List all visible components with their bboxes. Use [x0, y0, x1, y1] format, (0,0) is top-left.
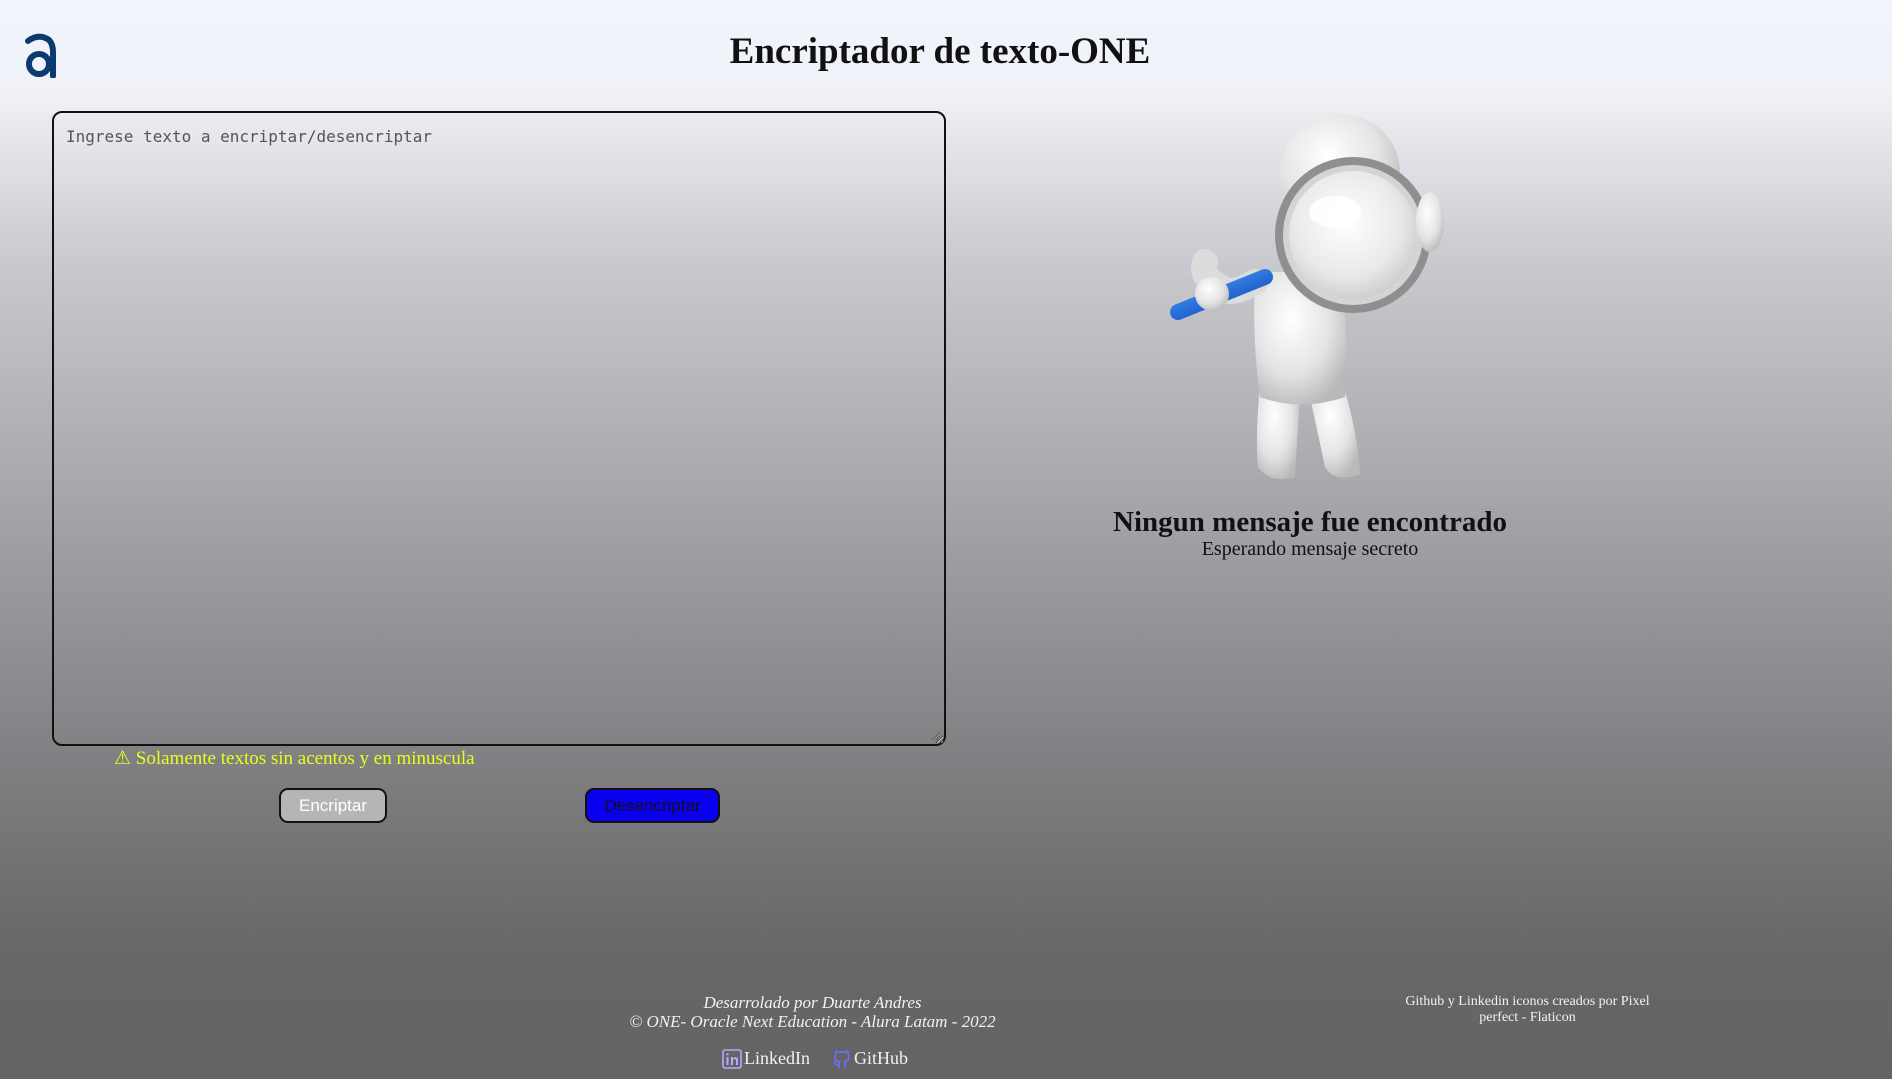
decrypt-button[interactable]: Desencriptar: [585, 788, 720, 823]
footer-credits: Desarrolado por Duarte Andres © ONE- Ora…: [600, 993, 1025, 1031]
waiting-message-subtitle: Esperando mensaje secreto: [1201, 538, 1419, 560]
linkedin-link[interactable]: LinkedIn: [722, 1048, 810, 1069]
social-links: LinkedIn GitHub: [722, 1048, 908, 1069]
icon-attribution: Github y Linkedin iconos creados por Pix…: [1405, 994, 1650, 1025]
github-icon: [833, 1050, 850, 1069]
github-label: GitHub: [853, 1048, 908, 1068]
warning-note: ⚠ Solamente textos sin acentos y en minu…: [114, 748, 475, 769]
page-title: Encriptador de texto-ONE: [729, 31, 1151, 72]
resize-handle-icon[interactable]: [931, 731, 941, 741]
copyright-text: © ONE- Oracle Next Education - Alura Lat…: [629, 1012, 996, 1031]
magnifier-figure-illustration: [1170, 114, 1444, 480]
text-input-container: [52, 111, 946, 746]
no-message-title: Ningun mensaje fue encontrado: [1113, 506, 1507, 538]
github-link[interactable]: GitHub: [832, 1048, 908, 1069]
linkedin-label: LinkedIn: [744, 1048, 810, 1068]
encrypt-button[interactable]: Encriptar: [279, 788, 387, 823]
message-textarea[interactable]: [54, 113, 944, 744]
developer-credit: Desarrolado por Duarte Andres: [703, 993, 922, 1012]
linkedin-icon: [722, 1049, 742, 1069]
